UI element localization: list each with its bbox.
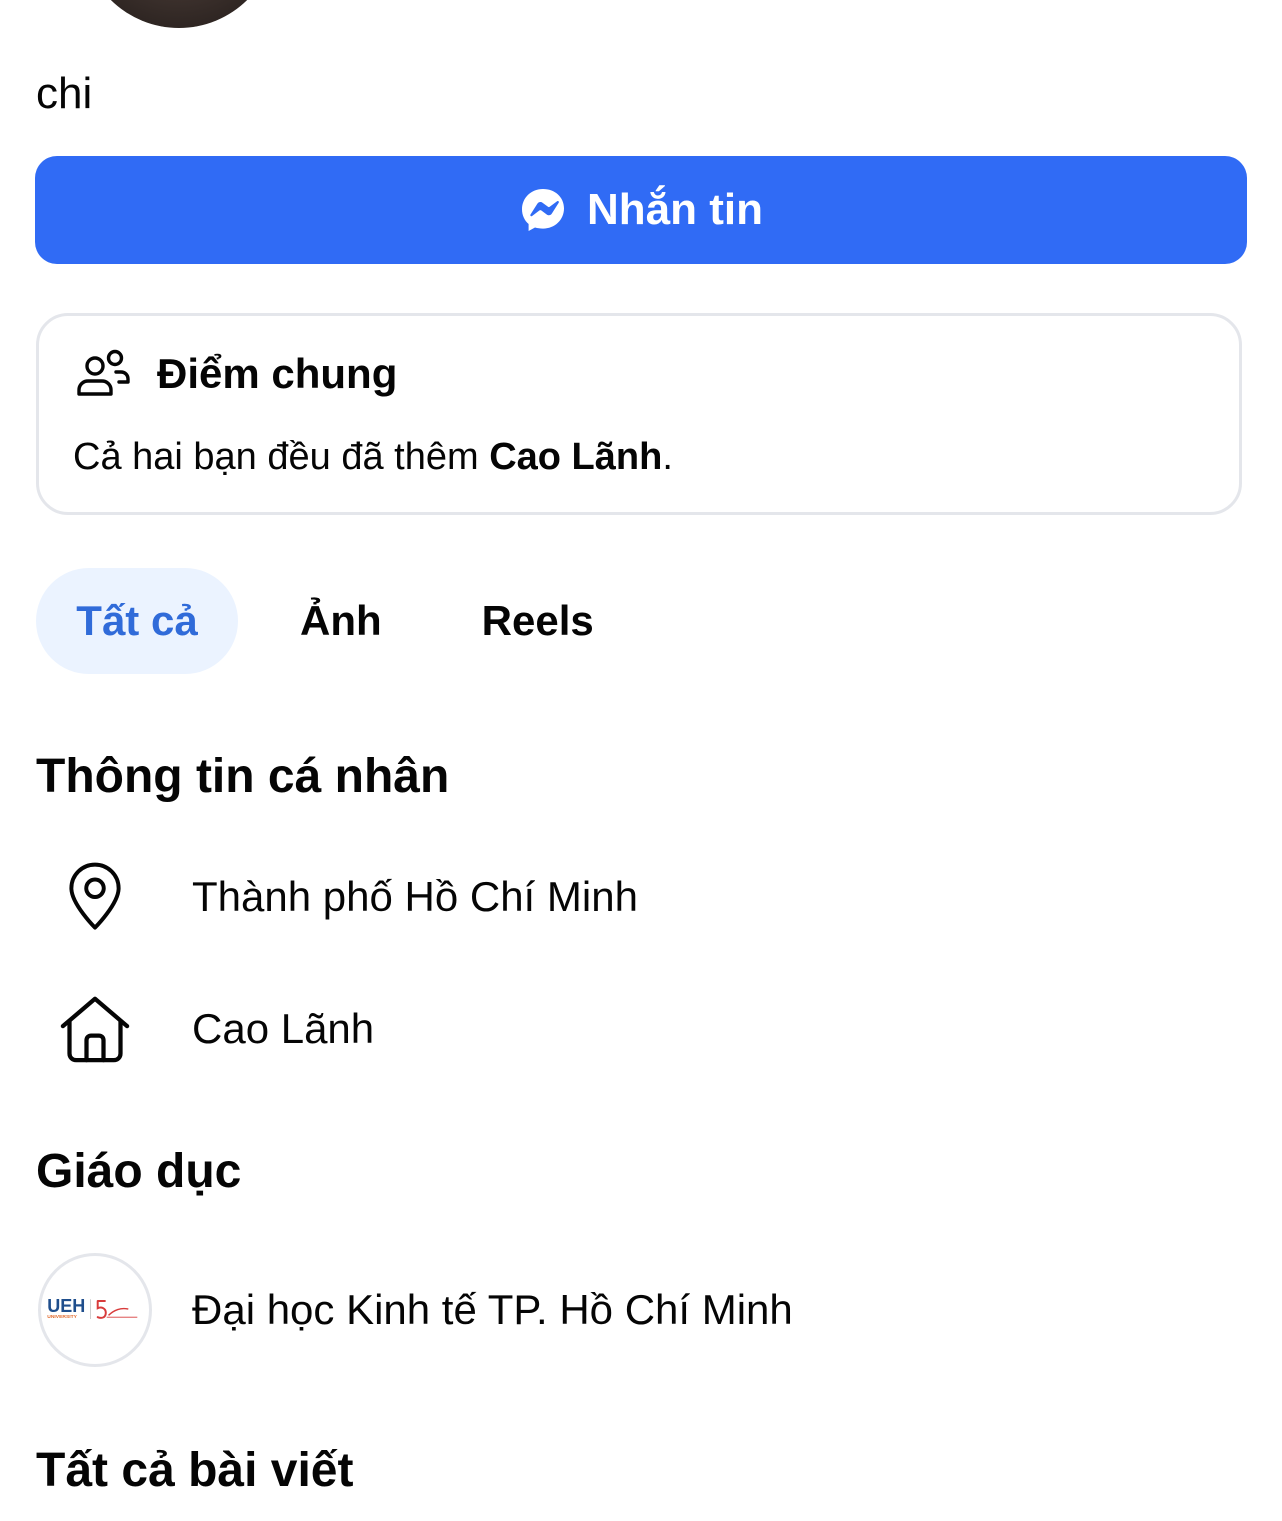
school-logo: UEH UNIVERSITY bbox=[38, 1253, 152, 1367]
school-logo-subtext: UNIVERSITY bbox=[47, 1314, 77, 1320]
info-row-education[interactable]: UEH UNIVERSITY Đại học Kinh tế TP. Hồ Ch… bbox=[36, 1250, 1246, 1370]
personal-info-title: Thông tin cá nhân bbox=[36, 750, 450, 803]
message-button[interactable]: Nhắn tin bbox=[35, 156, 1247, 264]
messenger-icon bbox=[519, 186, 567, 234]
info-row-city[interactable]: Thành phố Hồ Chí Minh bbox=[36, 837, 1246, 957]
profile-name: chi bbox=[36, 69, 93, 118]
all-posts-title: Tất cả bài viết bbox=[36, 1444, 354, 1497]
common-card-header: Điểm chung bbox=[73, 344, 397, 404]
tab-reels[interactable]: Reels bbox=[482, 568, 594, 674]
info-city-text: Thành phố Hồ Chí Minh bbox=[192, 873, 638, 920]
tab-photos[interactable]: Ảnh bbox=[300, 568, 382, 674]
common-place-link[interactable]: Cao Lãnh bbox=[489, 436, 662, 478]
info-hometown-text: Cao Lãnh bbox=[192, 1005, 375, 1052]
message-button-label: Nhắn tin bbox=[587, 185, 763, 234]
education-title: Giáo dục bbox=[36, 1145, 242, 1198]
tab-all[interactable]: Tất cả bbox=[36, 568, 238, 674]
info-row-hometown[interactable]: Cao Lãnh bbox=[36, 969, 1246, 1089]
content-tabs: Tất cả Ảnh Reels bbox=[36, 568, 594, 674]
location-pin-icon bbox=[36, 838, 154, 956]
avatar[interactable] bbox=[82, 0, 276, 28]
school-logo-wrap: UEH UNIVERSITY bbox=[36, 1251, 154, 1369]
common-text-prefix: Cả hai bạn đều đã thêm bbox=[73, 436, 490, 478]
common-card-text: Cả hai bạn đều đã thêm Cao Lãnh. bbox=[73, 432, 673, 482]
home-icon bbox=[36, 970, 154, 1088]
common-text-suffix: . bbox=[662, 436, 673, 478]
school-logo-text: UEH bbox=[47, 1296, 85, 1316]
info-school-text: Đại học Kinh tế TP. Hồ Chí Minh bbox=[192, 1286, 793, 1333]
friends-icon bbox=[73, 344, 133, 404]
common-card-title: Điểm chung bbox=[157, 350, 398, 397]
common-card: Điểm chung Cả hai bạn đều đã thêm Cao Lã… bbox=[36, 313, 1242, 515]
